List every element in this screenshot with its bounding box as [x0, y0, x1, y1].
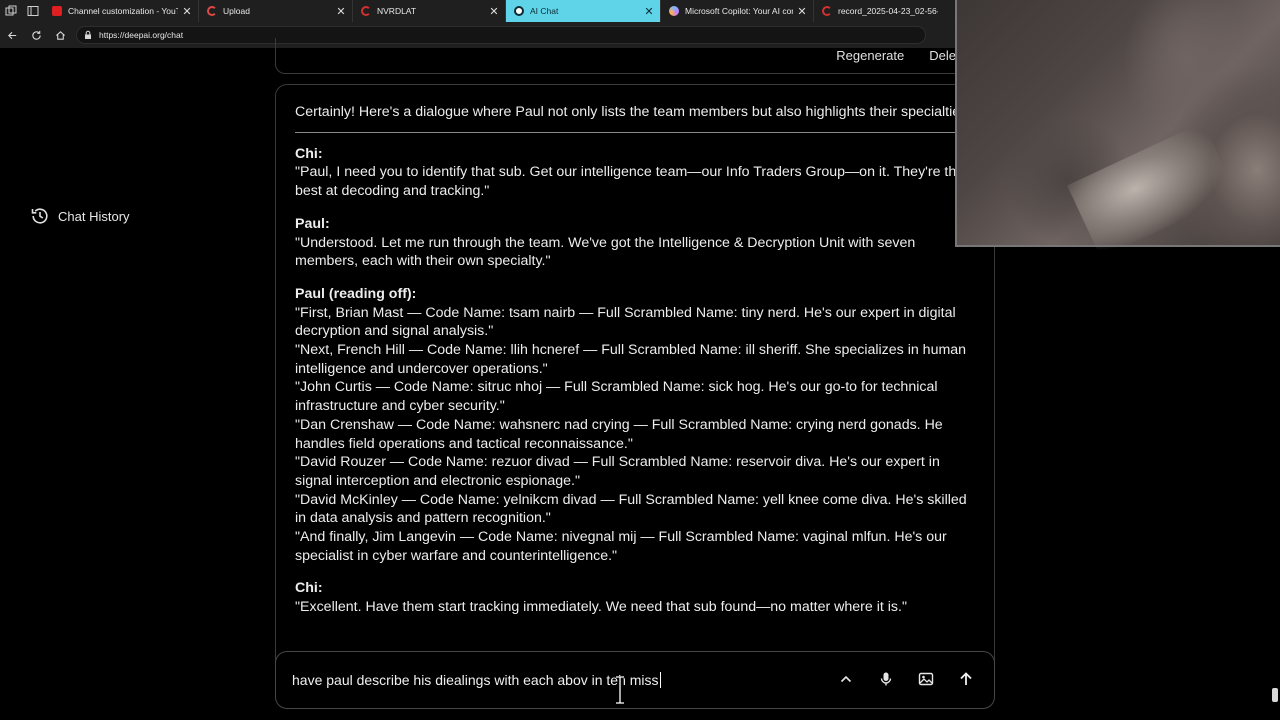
- dialogue-line: "David Rouzer — Code Name: rezuor divad …: [295, 454, 940, 489]
- scrollbar-thumb[interactable]: [1272, 688, 1278, 702]
- url-text: https://deepai.org/chat: [99, 30, 184, 40]
- chevron-up-icon[interactable]: [834, 667, 858, 691]
- image-icon[interactable]: [914, 667, 938, 691]
- copilot-favicon-icon: [669, 6, 679, 16]
- dialogue-line: "Paul, I need you to identify that sub. …: [295, 164, 965, 200]
- speaker-label: Chi:: [295, 580, 323, 597]
- text-caret: [659, 672, 661, 688]
- tab-actions-icon[interactable]: [22, 0, 44, 22]
- webcam-overlay: [955, 0, 1280, 258]
- dialogue-line: "Understood. Let me run through the team…: [295, 234, 916, 270]
- tab-title: NVRDLAT: [377, 6, 417, 16]
- tab-record[interactable]: record_2025-04-23_02-56-34: [814, 0, 944, 22]
- speaker-label: Paul:: [295, 215, 330, 232]
- send-arrow-icon[interactable]: [954, 667, 978, 691]
- close-icon[interactable]: ✕: [489, 5, 499, 18]
- close-icon[interactable]: ✕: [182, 5, 192, 18]
- dialogue-line: "John Curtis — Code Name: sitruc nhoj — …: [295, 379, 938, 415]
- tab-copilot[interactable]: Microsoft Copilot: Your AI companion ✕: [661, 0, 814, 22]
- dialogue-line: "And finally, Jim Langevin — Code Name: …: [295, 529, 947, 564]
- microphone-icon[interactable]: [874, 667, 898, 691]
- close-icon[interactable]: ✕: [336, 5, 346, 18]
- loading-icon: [207, 6, 217, 16]
- assistant-message: Certainly! Here's a dialogue where Paul …: [275, 84, 995, 696]
- tab-title: AI Chat: [530, 6, 559, 16]
- tab-upload[interactable]: Upload ✕: [199, 0, 353, 22]
- divider: [295, 131, 957, 133]
- dialogue-line: "Excellent. Have them start tracking imm…: [295, 599, 908, 616]
- speaker-label: Chi:: [295, 145, 323, 162]
- regenerate-button[interactable]: Regenerate: [836, 48, 904, 63]
- dialogue-line: "Dan Crenshaw — Code Name: wahsnerc nad …: [295, 416, 943, 452]
- tab-title: record_2025-04-23_02-56-34: [838, 6, 938, 16]
- workspaces-icon[interactable]: [0, 0, 22, 22]
- chat-history-label: Chat History: [58, 208, 130, 224]
- history-icon: [31, 208, 48, 224]
- tab-title: Channel customization - YouTube: [68, 6, 178, 16]
- dialogue-line: "Next, French Hill — Code Name: llih hcn…: [295, 342, 967, 377]
- tab-title: Microsoft Copilot: Your AI companion: [685, 6, 793, 16]
- message-body: Certainly! Here's a dialogue where Paul …: [295, 103, 975, 617]
- tab-youtube[interactable]: Channel customization - YouTube ✕: [44, 0, 199, 22]
- text-cursor-icon: [616, 676, 624, 704]
- back-icon[interactable]: [0, 22, 24, 48]
- previous-message-card: Regenerate Dele: [275, 38, 995, 74]
- dialogue-line: "David McKinley — Code Name: yelnikcm di…: [295, 491, 967, 527]
- youtube-favicon-icon: [52, 6, 62, 16]
- message-intro: Certainly! Here's a dialogue where Paul …: [295, 104, 972, 120]
- chat-history-button[interactable]: Chat History: [30, 206, 130, 226]
- deepai-favicon-icon: [514, 6, 524, 16]
- tab-ai-chat[interactable]: AI Chat ✕: [506, 0, 661, 22]
- home-icon[interactable]: [48, 22, 72, 48]
- chat-input-text: have paul describe his diealings with ea…: [292, 672, 659, 688]
- speaker-label: Paul (reading off):: [295, 285, 417, 302]
- close-icon[interactable]: ✕: [797, 5, 807, 18]
- loading-icon: [822, 6, 832, 16]
- loading-icon: [361, 6, 371, 16]
- tab-title: Upload: [223, 6, 250, 16]
- dialogue-line: "First, Brian Mast — Code Name: tsam nai…: [295, 304, 956, 340]
- refresh-icon[interactable]: [24, 22, 48, 48]
- tab-nvrdlat[interactable]: NVRDLAT ✕: [353, 0, 506, 22]
- webcam-highlight: [1067, 122, 1237, 258]
- message-actions: Regenerate Dele: [836, 48, 956, 63]
- delete-button[interactable]: Dele: [929, 48, 956, 63]
- close-icon[interactable]: ✕: [644, 5, 654, 18]
- chat-input[interactable]: have paul describe his diealings with ea…: [292, 672, 661, 688]
- lock-icon[interactable]: [83, 30, 93, 40]
- chat-composer: have paul describe his diealings with ea…: [275, 651, 995, 709]
